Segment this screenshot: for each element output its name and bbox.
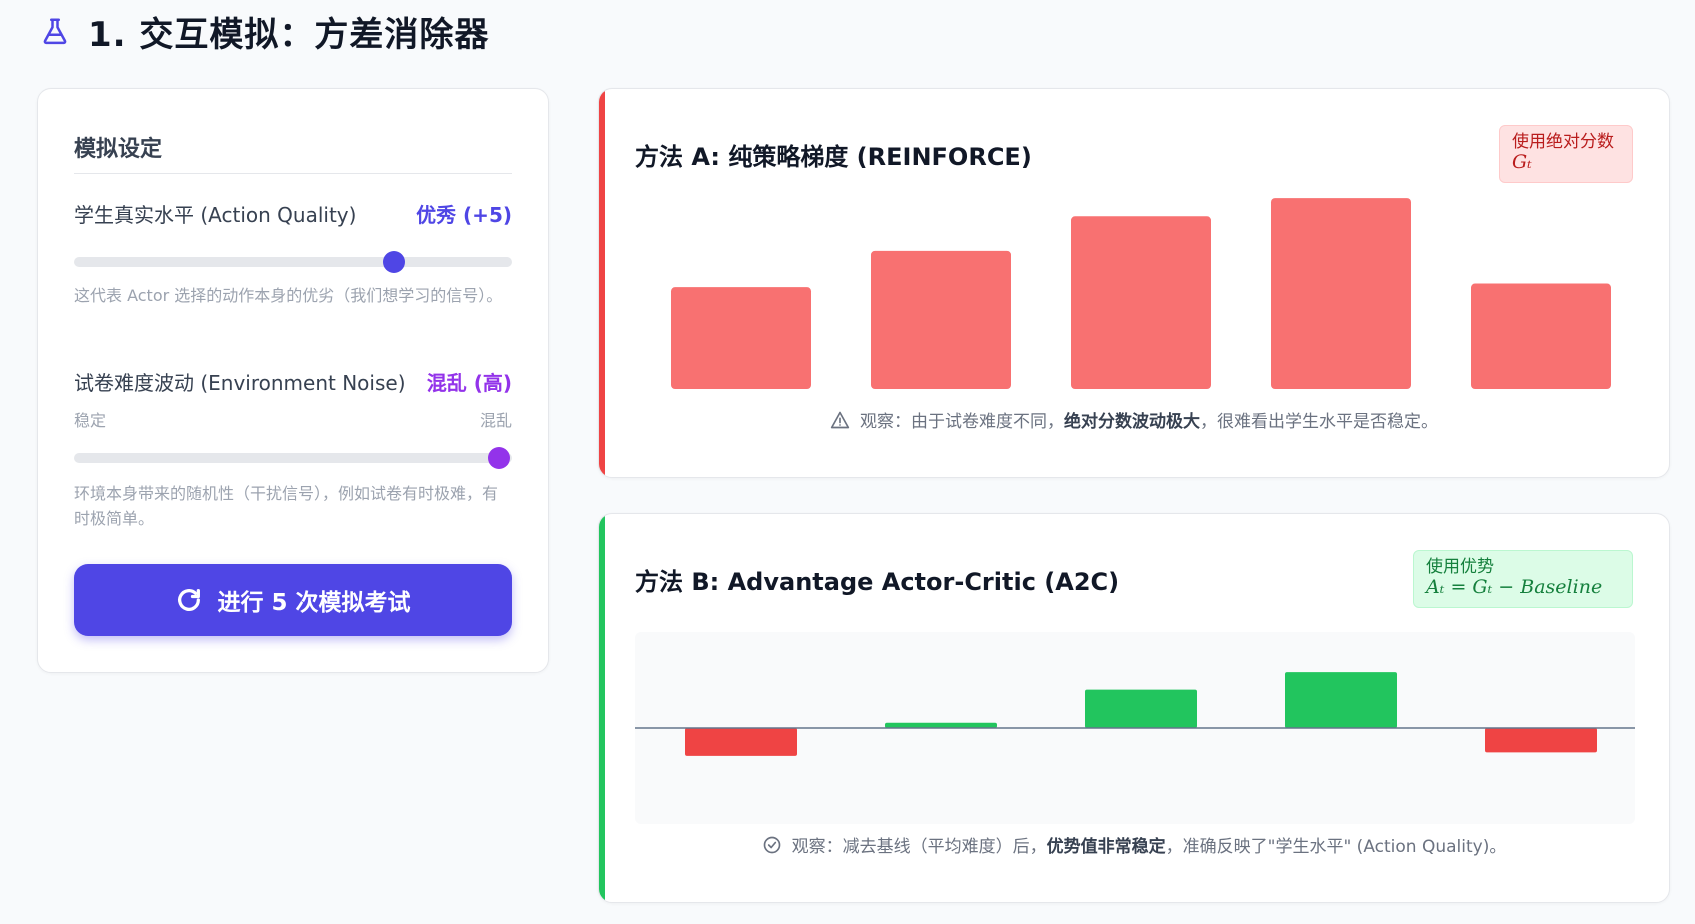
noise-min-label: 稳定	[74, 411, 107, 430]
method-b-badge-math: Aₜ = Gₜ − Baseline	[1426, 576, 1603, 598]
noise-hint: 环境本身带来的随机性（干扰信号），例如试卷有时极难，有时极简单。	[74, 484, 499, 528]
method-a-title: 方法 A: 纯策略梯度 (REINFORCE)	[635, 143, 1032, 171]
run-simulation-button[interactable]: 进行 5 次模拟考试	[74, 564, 512, 636]
method-a-card: 方法 A: 纯策略梯度 (REINFORCE) 使用绝对分数 Gₜ 观察：由于试…	[598, 88, 1670, 478]
warning-icon	[830, 411, 850, 428]
flask-icon	[43, 18, 67, 45]
method-a-badge-math: Gₜ	[1512, 151, 1532, 173]
method-a-badge: 使用绝对分数 Gₜ	[1499, 125, 1633, 183]
chart-b-bar	[1085, 689, 1197, 728]
refresh-icon	[178, 589, 201, 611]
quality-hint: 这代表 Actor 选择的动作本身的优劣（我们想学习的信号）。	[74, 286, 503, 305]
chart-a-bar	[1271, 198, 1411, 389]
run-button-label: 进行 5 次模拟考试	[217, 590, 411, 616]
page-header: 1. 交互模拟：方差消除器	[40, 8, 490, 55]
method-b-card: 方法 B: Advantage Actor-Critic (A2C) 使用优势 …	[598, 513, 1670, 903]
chart-a-bar	[871, 250, 1011, 389]
method-b-badge: 使用优势 Aₜ = Gₜ − Baseline	[1413, 550, 1633, 608]
method-a-observation-text: 观察：由于试卷难度不同，绝对分数波动极大，很难看出学生水平是否稳定。	[860, 407, 1438, 432]
settings-divider	[74, 173, 512, 174]
chart-a-bar	[671, 287, 811, 389]
obs-b-bold: 优势值非常稳定	[1046, 837, 1166, 857]
quality-slider[interactable]	[74, 251, 512, 273]
noise-slider[interactable]	[74, 447, 512, 469]
method-b-observation: 观察：减去基线（平均难度）后，优势值非常稳定，准确反映了"学生水平" (Acti…	[599, 832, 1669, 857]
chart-b-bar	[1485, 728, 1597, 753]
method-a-chart	[671, 198, 1611, 389]
noise-slider-thumb[interactable]	[487, 447, 510, 469]
method-a-observation: 观察：由于试卷难度不同，绝对分数波动极大，很难看出学生水平是否稳定。	[599, 407, 1669, 432]
method-b-observation-text: 观察：减去基线（平均难度）后，优势值非常稳定，准确反映了"学生水平" (Acti…	[792, 832, 1507, 857]
obs-a-suffix: ，很难看出学生水平是否稳定。	[1200, 412, 1438, 432]
method-b-title: 方法 B: Advantage Actor-Critic (A2C)	[635, 568, 1120, 596]
obs-a-bold: 绝对分数波动极大	[1064, 412, 1200, 432]
page-title: 1. 交互模拟：方差消除器	[88, 14, 490, 55]
quality-slider-thumb[interactable]	[382, 251, 405, 273]
settings-title: 模拟设定	[74, 137, 163, 162]
method-b-badge-text: 使用优势	[1426, 557, 1494, 577]
noise-row: 试卷难度波动 (Environment Noise) 混乱 (高)	[74, 367, 512, 396]
noise-label: 试卷难度波动 (Environment Noise)	[74, 371, 406, 395]
chart-a-bar	[1071, 216, 1211, 389]
check-circle-icon	[763, 836, 780, 853]
method-a-badge-text: 使用绝对分数	[1512, 132, 1614, 152]
quality-label: 学生真实水平 (Action Quality)	[74, 203, 357, 227]
obs-b-suffix: ，准确反映了"学生水平" (Action Quality)。	[1165, 837, 1507, 857]
chart-a-bar	[1471, 283, 1611, 389]
quality-row: 学生真实水平 (Action Quality) 优秀 (+5)	[74, 199, 512, 228]
chart-b-bar	[685, 728, 797, 756]
obs-a-prefix: 观察：由于试卷难度不同，	[860, 412, 1064, 432]
obs-b-prefix: 观察：减去基线（平均难度）后，	[791, 837, 1047, 857]
chart-b-bar	[885, 722, 997, 728]
noise-range-labels: 稳定 混乱	[74, 407, 512, 431]
settings-panel: 模拟设定 学生真实水平 (Action Quality) 优秀 (+5) 这代表…	[37, 88, 549, 673]
quality-value: 优秀 (+5)	[416, 203, 512, 227]
noise-max-label: 混乱	[479, 411, 512, 430]
noise-value: 混乱 (高)	[426, 371, 512, 395]
method-b-chart	[635, 672, 1635, 756]
chart-b-bar	[1285, 672, 1397, 728]
